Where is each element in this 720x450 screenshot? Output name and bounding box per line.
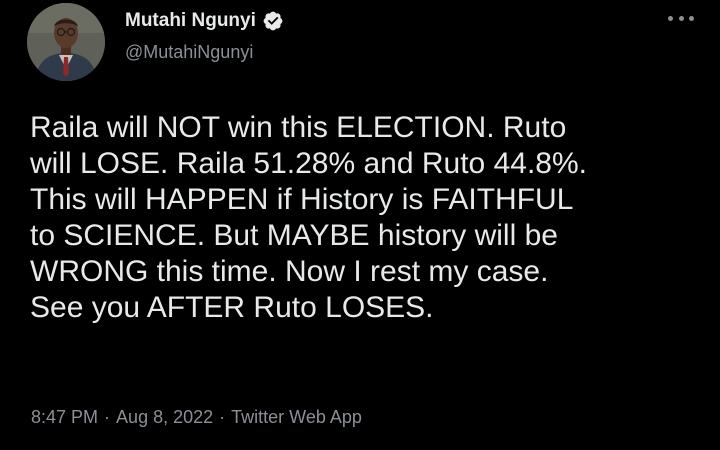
meta-separator: · <box>104 407 111 427</box>
more-dot <box>678 15 684 21</box>
more-dot <box>668 15 673 21</box>
tweet-source[interactable]: Twitter Web App <box>231 407 362 428</box>
display-name[interactable]: Mutahi Ngunyi <box>125 10 256 32</box>
avatar[interactable] <box>27 3 105 81</box>
author-name-row: Mutahi Ngunyi <box>125 8 284 34</box>
more-dot <box>689 15 694 21</box>
tweet-meta: 8:47 PM · Aug 8, 2022 · Twitter Web App <box>31 407 362 428</box>
tweet-text: Raila will NOT win this ELECTION. Ruto w… <box>30 111 587 324</box>
tweet-time[interactable]: 8:47 PM <box>31 407 98 428</box>
verified-badge-icon <box>263 11 283 31</box>
author-handle[interactable]: @MutahiNgunyi <box>125 42 253 63</box>
tweet-card: Mutahi Ngunyi @MutahiNgunyi Raila will N… <box>0 0 720 450</box>
tweet-date[interactable]: Aug 8, 2022 <box>116 407 213 428</box>
more-options-icon[interactable] <box>668 12 694 24</box>
meta-separator: · <box>219 407 226 427</box>
profile-photo <box>27 3 105 81</box>
